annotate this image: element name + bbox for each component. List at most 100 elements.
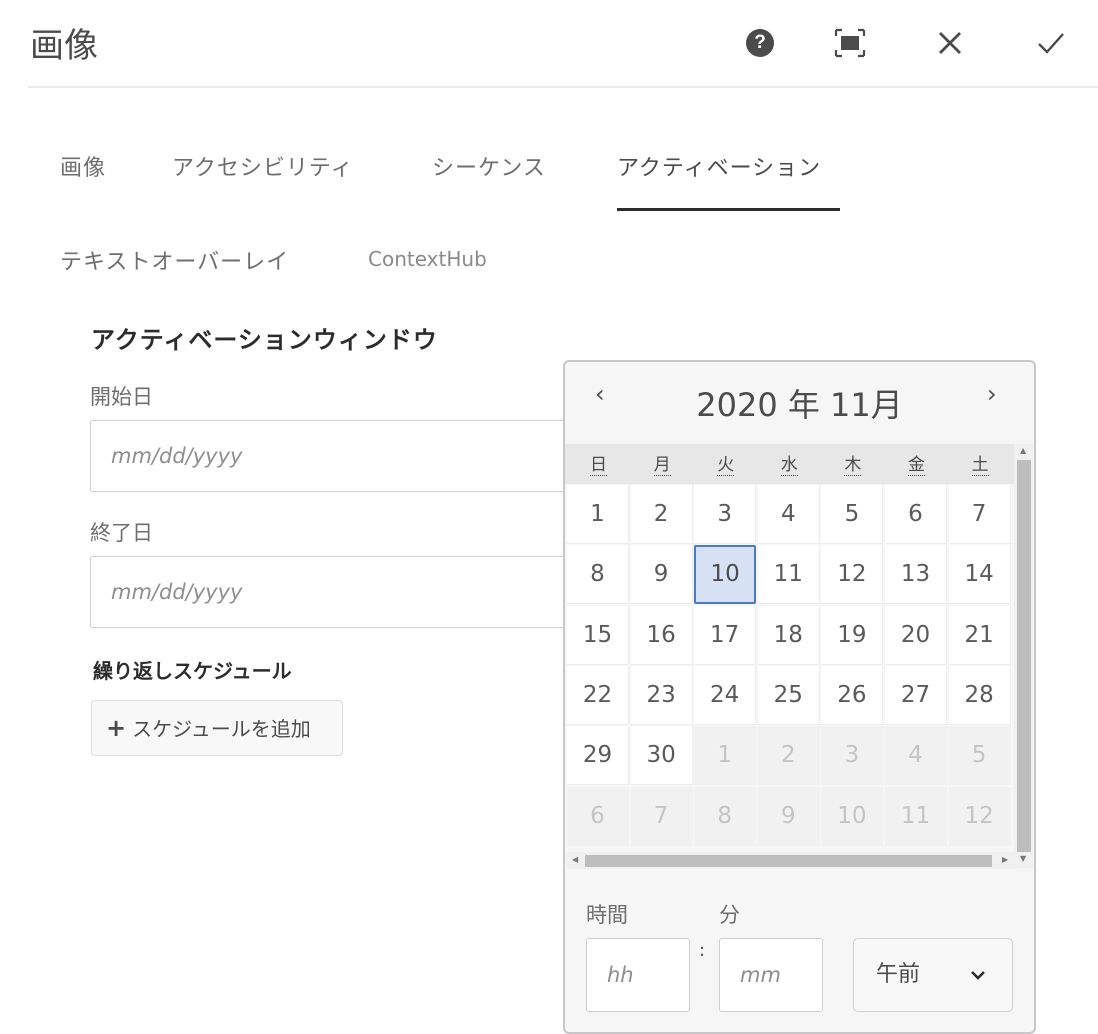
close-icon [939,32,961,54]
dialog-header: 画像 ? [0,0,1098,88]
weekday-header-row: 日月火水木金土 [565,444,1015,484]
calendar-day[interactable]: 12 [821,545,884,605]
calendar-day[interactable]: 20 [885,605,947,665]
calendar-day-other-month: 2 [757,726,820,786]
section-title: アクティベーションウィンドウ [91,326,438,354]
start-date-label: 開始日 [90,385,153,409]
calendar-day[interactable]: 9 [630,545,693,605]
add-schedule-label: スケジュールを追加 [132,717,311,741]
calendar-day[interactable]: 5 [821,485,884,544]
calendar-day[interactable]: 13 [885,545,947,605]
calendar-day[interactable]: 11 [757,545,820,605]
dialog-title: 画像 [30,26,98,66]
calendar-grid: 日月火水木金土 1 2 3 4 5 6 7 8 9 10 11 12 13 14 15 16 17 18 19 20 2… [565,444,1034,870]
weekday-label: 土 [971,455,989,476]
calendar-day[interactable]: 30 [630,726,693,786]
weekday-label: 日 [590,455,607,476]
time-separator: : [699,940,706,961]
calendar-day[interactable]: 28 [948,665,1011,725]
chevron-down-icon [971,971,985,980]
tab-image[interactable]: 画像 [60,150,106,182]
calendar-day-selected[interactable]: 10 [694,545,757,605]
calendar-day-other-month: 12 [948,786,1011,846]
calendar-day[interactable]: 23 [630,665,693,725]
calendar-day[interactable]: 21 [948,605,1011,665]
weekday-header: 日 [567,444,630,484]
end-date-input[interactable]: mm/dd/yyyy [90,556,590,628]
plus-icon: + [106,714,127,742]
weekday-label: 火 [717,455,735,476]
end-date-label: 終了日 [90,521,153,545]
calendar-day-other-month: 11 [885,786,947,846]
minute-label: 分 [719,903,740,927]
calendar-day-other-month: 10 [821,786,884,846]
done-button[interactable] [1034,26,1074,62]
tab-text-overlay[interactable]: テキストオーバーレイ [60,244,289,276]
horizontal-scrollbar[interactable]: ◀ ▶ [567,852,1016,869]
tab-contexthub[interactable]: ContextHub [368,247,487,271]
calendar-day[interactable]: 7 [948,485,1011,544]
weekday-label: 月 [653,455,671,476]
tab-accessibility[interactable]: アクセシビリティ [172,150,354,182]
tab-activation[interactable]: アクティベーション [617,150,821,182]
scroll-right-arrow-icon[interactable]: ▶ [1002,855,1008,864]
calendar-day-other-month: 9 [757,786,820,846]
weekday-header: 金 [885,444,948,484]
active-tab-indicator [617,208,840,211]
calendar-day-other-month: 8 [694,786,757,846]
weekday-label: 金 [908,455,925,476]
hour-input[interactable]: hh [586,938,690,1012]
calendar-day[interactable]: 17 [694,605,757,665]
calendar-day[interactable]: 2 [630,485,693,544]
add-schedule-button[interactable]: + スケジュールを追加 [91,700,343,756]
weekday-label: 水 [780,455,798,476]
next-month-button[interactable]: › [987,380,997,408]
horizontal-scroll-thumb[interactable] [585,855,992,867]
calendar-day-other-month: 5 [948,726,1011,786]
calendar-day[interactable]: 25 [757,665,820,725]
scroll-up-arrow-icon[interactable]: ▲ [1020,446,1026,455]
help-icon: ? [746,29,774,57]
help-button[interactable]: ? [742,26,782,62]
calendar-day[interactable]: 4 [757,485,820,544]
calendar-day[interactable]: 6 [885,485,947,544]
calendar-day[interactable]: 29 [567,726,629,786]
vertical-scrollbar[interactable]: ▲ ▼ [1014,444,1033,868]
calendar-day[interactable]: 18 [757,605,820,665]
calendar-day-other-month: 7 [630,786,693,846]
weekday-header: 木 [821,444,884,484]
scroll-left-arrow-icon[interactable]: ◀ [572,855,578,864]
vertical-scroll-thumb[interactable] [1017,460,1031,852]
calendar-day[interactable]: 27 [885,665,947,725]
scroll-down-arrow-icon[interactable]: ▼ [1020,854,1026,863]
repeat-schedule-label: 繰り返しスケジュール [93,659,292,683]
calendar-day[interactable]: 15 [567,605,629,665]
weekday-header: 土 [949,444,1012,484]
start-date-input[interactable]: mm/dd/yyyy [90,420,590,492]
calendar-day[interactable]: 19 [821,605,884,665]
am-pm-value: 午前 [876,962,921,987]
calendar-day[interactable]: 1 [567,485,629,544]
calendar-day[interactable]: 16 [630,605,693,665]
fullscreen-button[interactable] [832,26,872,62]
calendar-day[interactable]: 24 [694,665,757,725]
calendar-day[interactable]: 8 [567,545,629,605]
checkmark-icon [1038,33,1064,54]
calendar-day[interactable]: 26 [821,665,884,725]
weekday-header: 水 [758,444,821,484]
calendar-day[interactable]: 3 [694,485,757,544]
hour-label: 時間 [586,903,628,927]
weekday-label: 木 [844,455,862,476]
calendar-day-other-month: 6 [567,786,629,846]
am-pm-select[interactable]: 午前 [853,938,1013,1012]
minute-input[interactable]: mm [719,938,823,1012]
close-button[interactable] [932,26,972,62]
tab-sequence[interactable]: シーケンス [432,150,546,182]
calendar-day-other-month: 3 [821,726,884,786]
date-picker-popover: ‹ 2020 年 11月 › 日月火水木金土 1 2 3 4 5 6 7 8 9 10 11 12 13… [563,360,1036,1034]
calendar-day[interactable]: 22 [567,665,629,725]
calendar-day-other-month: 4 [885,726,947,786]
calendar-month-title: 2020 年 11月 [696,386,903,424]
calendar-day[interactable]: 14 [948,545,1011,605]
header-divider [28,86,1098,88]
